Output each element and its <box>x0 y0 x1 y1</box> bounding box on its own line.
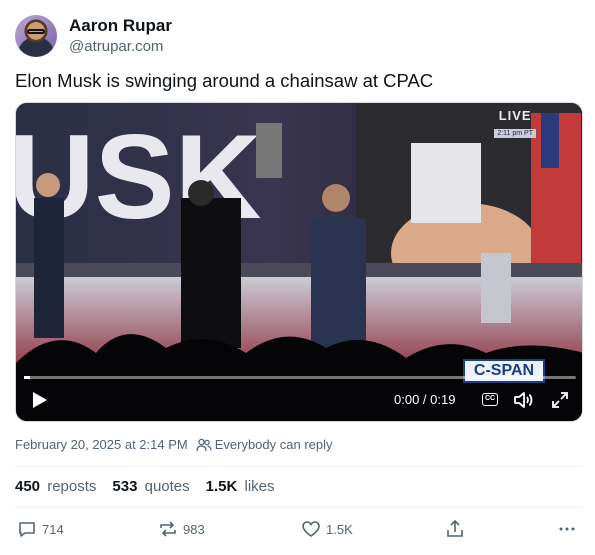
fullscreen-icon[interactable] <box>551 391 569 409</box>
reply-setting: Everybody can reply <box>214 437 333 452</box>
reposts-stat[interactable]: 450 reposts <box>15 478 96 495</box>
video-player[interactable]: USK LIVE 2:11 pm PT C-SPAN 0:00 / 0:19 C… <box>15 102 583 422</box>
share-icon <box>447 519 463 537</box>
share-button[interactable] <box>445 519 470 539</box>
reply-button[interactable]: 714 <box>17 519 64 539</box>
progress-bar[interactable] <box>24 376 576 379</box>
likes-stat[interactable]: 1.5K likes <box>206 478 275 495</box>
divider <box>15 466 583 467</box>
more-button[interactable] <box>557 519 582 539</box>
divider <box>15 507 583 508</box>
repost-count: 983 <box>183 521 205 537</box>
reply-icon <box>19 522 35 537</box>
reply-count: 714 <box>42 521 64 537</box>
play-icon[interactable] <box>28 389 50 411</box>
stats-row: 450 reposts 533 quotes 1.5K likes <box>15 478 291 495</box>
author-name[interactable]: Aaron Rupar <box>69 16 172 36</box>
more-icon <box>559 527 575 531</box>
post-timestamp[interactable]: February 20, 2025 at 2:14 PM <box>15 437 188 452</box>
time-display: 0:00 / 0:19 <box>394 392 456 407</box>
quotes-stat[interactable]: 533 quotes <box>112 478 189 495</box>
avatar[interactable] <box>15 15 57 57</box>
live-label: LIVE <box>498 108 532 123</box>
like-icon <box>302 521 320 537</box>
volume-icon[interactable] <box>513 390 535 410</box>
post-text: Elon Musk is swinging around a chainsaw … <box>15 70 434 91</box>
actions-row: 714 983 1.5K <box>15 519 583 543</box>
closed-captions-icon[interactable]: CC <box>482 393 498 406</box>
progress-fill <box>24 376 30 379</box>
repost-icon <box>160 521 176 537</box>
author-handle[interactable]: @atrupar.com <box>69 38 163 55</box>
people-icon <box>196 438 212 451</box>
live-time: 2:11 pm PT <box>494 129 536 138</box>
network-logo: C-SPAN <box>463 359 545 383</box>
repost-button[interactable]: 983 <box>158 519 205 539</box>
live-badge: LIVE 2:11 pm PT <box>494 109 536 140</box>
like-button[interactable]: 1.5K <box>301 519 353 539</box>
like-count: 1.5K <box>326 521 353 537</box>
post-card: Aaron Rupar @atrupar.com Elon Musk is sw… <box>0 0 595 555</box>
meta-row: February 20, 2025 at 2:14 PM Everybody c… <box>15 437 333 452</box>
